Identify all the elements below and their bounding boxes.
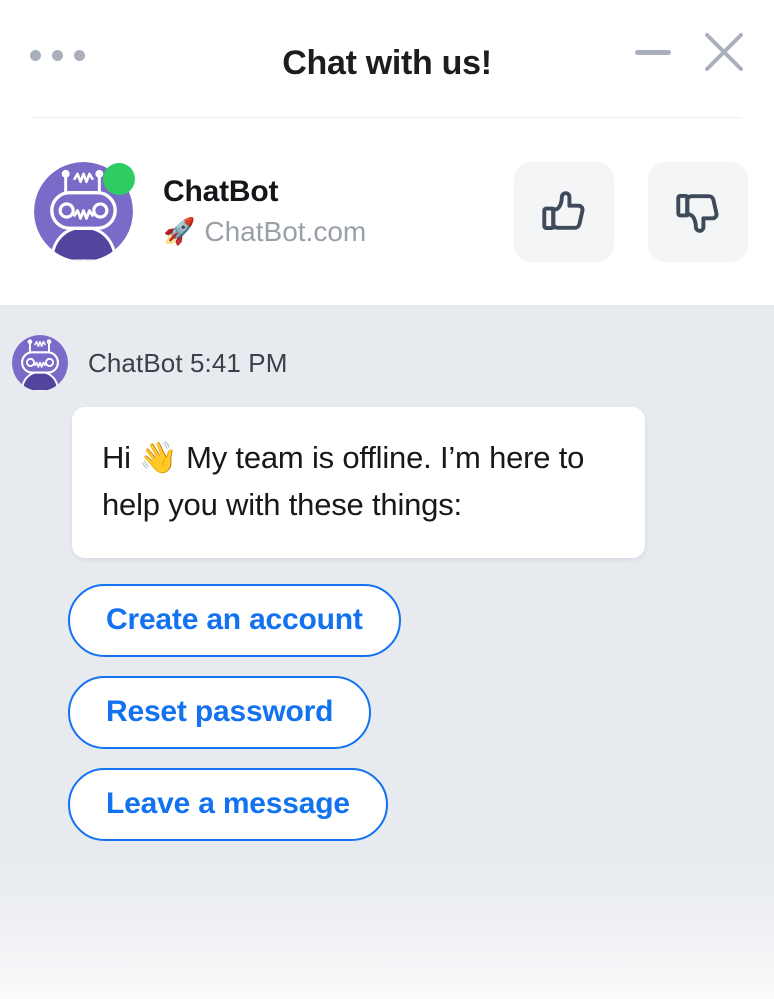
- close-icon[interactable]: [700, 28, 748, 76]
- thumbs-up-icon[interactable]: [514, 161, 614, 262]
- thumbs-down-icon[interactable]: [648, 161, 748, 262]
- quick-reply-reset-password[interactable]: Reset password: [68, 676, 372, 749]
- rating-controls: [514, 161, 748, 262]
- bot-name: ChatBot: [163, 174, 279, 208]
- minimize-bar: [635, 49, 671, 55]
- minimize-icon[interactable]: [632, 32, 674, 72]
- conversation-area: ChatBot 5:41 PM Hi 👋 My team is offline.…: [0, 305, 774, 999]
- bot-header: ChatBot 🚀 ChatBot.com: [0, 118, 774, 305]
- quick-reply-leave-a-message[interactable]: Leave a message: [68, 768, 388, 841]
- rocket-icon: 🚀: [163, 215, 196, 246]
- bot-website-label: ChatBot.com: [204, 215, 367, 247]
- message-bubble: Hi 👋 My team is offline. I’m here to hel…: [72, 407, 645, 558]
- message-author-time: ChatBot 5:41 PM: [88, 347, 288, 378]
- bot-identity: ChatBot 🚀 ChatBot.com: [163, 175, 514, 249]
- message-meta: ChatBot 5:41 PM: [12, 335, 754, 391]
- chatbot-avatar-icon: [12, 335, 68, 391]
- quick-reply-create-an-account[interactable]: Create an account: [68, 584, 401, 657]
- chatbot-avatar-icon: [34, 162, 135, 261]
- quick-replies: Create an account Reset password Leave a…: [68, 584, 754, 841]
- bot-website: 🚀 ChatBot.com: [163, 215, 514, 249]
- widget-titlebar: Chat with us!: [0, 0, 774, 118]
- status-badge: [103, 163, 135, 195]
- window-controls: [632, 28, 748, 76]
- message-bot: ChatBot 5:41 PM Hi 👋 My team is offline.…: [0, 335, 774, 841]
- chat-widget: Chat with us! ChatBot 🚀 ChatBot.com Chat…: [0, 0, 774, 999]
